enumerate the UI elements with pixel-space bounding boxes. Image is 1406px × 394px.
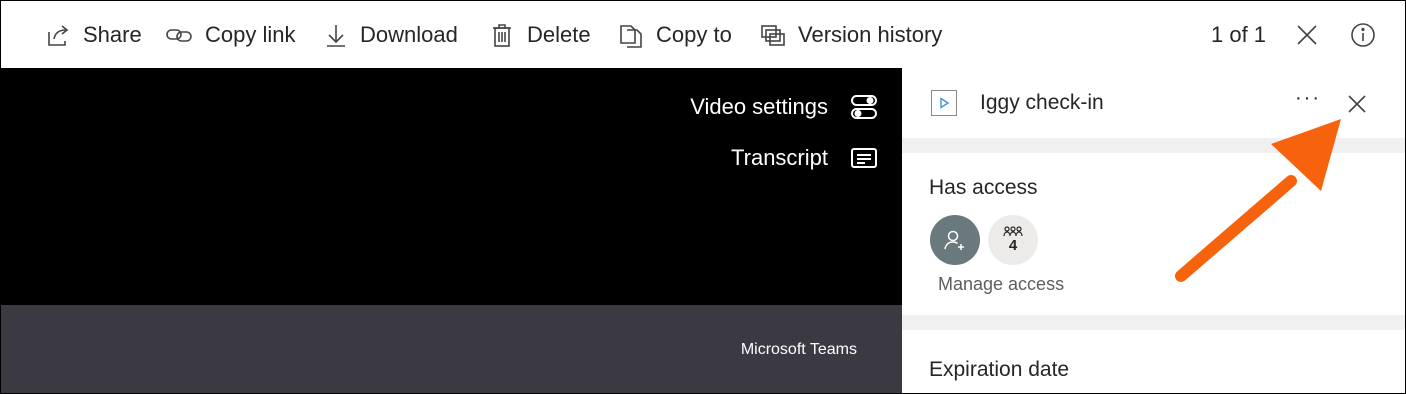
info-icon [1351, 23, 1375, 47]
more-options-button[interactable]: ··· [1292, 82, 1324, 114]
close-icon [1297, 25, 1317, 45]
version-history-label: Version history [798, 21, 943, 47]
info-button[interactable] [1346, 18, 1380, 52]
video-settings-button[interactable]: Video settings [690, 93, 878, 121]
close-viewer-button[interactable] [1290, 18, 1324, 52]
video-file-icon [931, 90, 957, 116]
delete-label: Delete [527, 21, 591, 47]
copy-to-button[interactable]: Copy to [618, 1, 732, 68]
download-label: Download [360, 21, 458, 47]
transcript-icon [851, 148, 877, 168]
share-button[interactable]: Share [45, 1, 142, 68]
share-icon [48, 24, 69, 46]
group-count: 4 [1008, 237, 1018, 254]
group-avatar[interactable]: 4 [988, 215, 1038, 265]
transcript-button[interactable]: Transcript [731, 145, 878, 171]
download-button[interactable]: Download [324, 1, 458, 68]
transcript-label: Transcript [731, 145, 828, 170]
download-icon [327, 24, 345, 47]
link-icon [166, 28, 192, 42]
file-title: Iggy check-in [980, 91, 1104, 114]
expiration-date-title: Expiration date [929, 358, 1070, 381]
page-counter: 1 of 1 [1211, 21, 1267, 47]
add-person-icon [944, 230, 964, 250]
share-label: Share [83, 21, 142, 47]
copy-link-button[interactable]: Copy link [165, 1, 295, 68]
add-person-avatar[interactable] [930, 215, 980, 265]
copy-link-label: Copy link [205, 21, 296, 47]
brand-label: Microsoft Teams [740, 341, 857, 358]
file-viewer: Share Copy link Download Delete Copy to [0, 0, 1406, 394]
section-divider [902, 315, 1405, 330]
trash-icon [493, 23, 511, 47]
manage-access-link[interactable]: Manage access [938, 274, 1064, 295]
annotation-arrow [1175, 119, 1341, 282]
version-history-icon [761, 24, 785, 46]
video-footer: Microsoft Teams [1, 305, 902, 393]
delete-button[interactable]: Delete [489, 1, 591, 68]
copy-to-label: Copy to [656, 21, 732, 47]
video-player[interactable]: Video settings Transcript [1, 68, 902, 305]
toolbar: Share Copy link Download Delete Copy to [1, 1, 1405, 68]
version-history-button[interactable]: Version history [760, 1, 942, 68]
toggle-settings-icon [851, 95, 877, 119]
has-access-title: Has access [929, 176, 1038, 199]
copy-icon [620, 24, 642, 48]
video-settings-label: Video settings [690, 94, 828, 119]
